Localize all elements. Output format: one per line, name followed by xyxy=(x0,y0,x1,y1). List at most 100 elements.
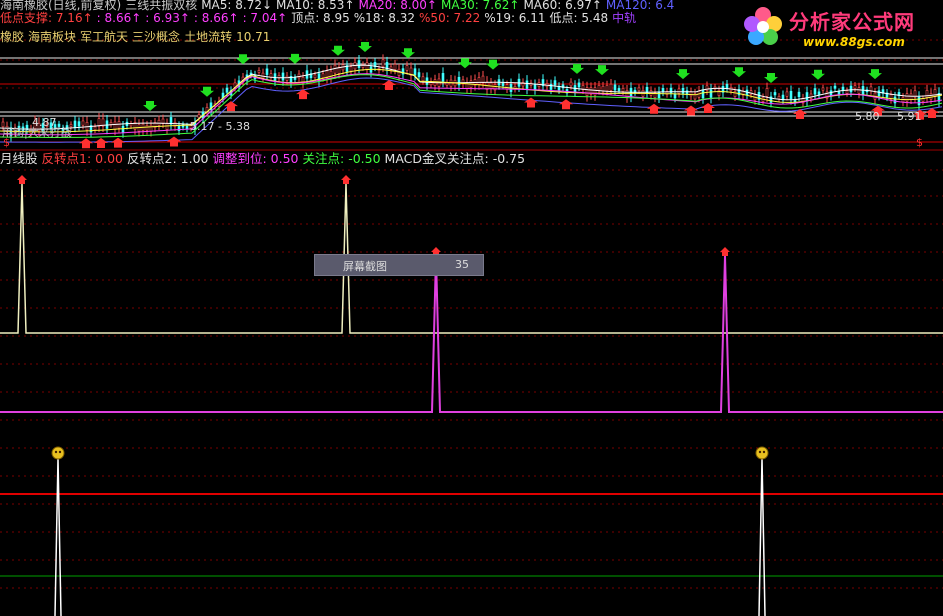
header-segment: 三沙概念 xyxy=(132,30,181,44)
buy-arrow-icon xyxy=(143,101,157,111)
sell-arrow-icon xyxy=(111,137,125,148)
screenshot-tooltip: 屏幕截图 35 xyxy=(314,254,484,276)
candle-body xyxy=(733,91,737,97)
candle-body xyxy=(637,87,641,91)
candle-body xyxy=(553,80,557,86)
buy-arrow-icon xyxy=(486,59,500,70)
header-segment: 海南板块 xyxy=(28,30,77,44)
candle-body xyxy=(77,121,81,127)
header-segment: 土地流转 xyxy=(184,30,233,44)
candle-body xyxy=(185,125,189,130)
sell-arrow-icon xyxy=(224,101,238,112)
header-segment: %50: 7.22 xyxy=(419,11,481,25)
candle-body xyxy=(829,90,833,97)
indicator-panel-1[interactable] xyxy=(0,175,943,413)
header-segment: %19: 6.11 xyxy=(484,11,546,25)
candle-body xyxy=(893,96,897,104)
candle-body xyxy=(93,126,97,131)
candle-body xyxy=(809,93,813,99)
candle-body xyxy=(129,123,133,127)
candle-body xyxy=(833,85,837,89)
candle-body xyxy=(329,70,333,79)
buy-arrow-icon xyxy=(732,67,746,78)
flower-logo-icon xyxy=(744,7,782,45)
candle-body xyxy=(365,62,369,70)
candle-body xyxy=(877,90,881,97)
candle-body xyxy=(505,84,509,90)
candle-body xyxy=(773,92,777,96)
sell-arrow-icon xyxy=(524,97,538,108)
header-segment: 关注点: -0.50 xyxy=(302,151,381,166)
buy-arrow-icon xyxy=(811,69,825,80)
candle-body xyxy=(225,87,229,93)
coin-marker-icon xyxy=(51,446,65,460)
header-segment: 顶点: 8.95 xyxy=(291,11,350,25)
candle-body xyxy=(709,89,713,98)
candle-body xyxy=(725,83,729,89)
chart-canvas[interactable]: $ $ xyxy=(0,0,943,616)
support-header-line: 低点支撑: 7.16↑: 8.66↑: 6.93↑: 8.66↑: 7.04↑ 顶… xyxy=(0,11,640,25)
header-segment: 中轨 xyxy=(612,11,637,25)
coin-eye xyxy=(58,450,62,454)
candle-body xyxy=(257,70,261,73)
sell-arrow-icon xyxy=(79,138,93,149)
header-segment: MACD金叉关注点: -0.75 xyxy=(384,151,526,166)
candle-body xyxy=(261,72,265,79)
candle-body xyxy=(605,85,609,92)
candle-body xyxy=(121,125,125,133)
candle-body xyxy=(649,90,653,96)
candle-body xyxy=(73,120,77,128)
candle-body xyxy=(313,74,317,79)
chart-stage[interactable]: $ $ 海南橡胶(日线,前复权) 三线共振双核 MA5: 8.72↓ MA10: 8.5… xyxy=(0,0,943,616)
candle-body xyxy=(869,86,873,92)
candle-body xyxy=(601,85,605,92)
coin-marker-icon xyxy=(755,446,769,460)
coin-eye xyxy=(762,450,766,454)
header-segment: 反转点1: 0.00 xyxy=(41,151,123,166)
candle-body xyxy=(657,91,661,99)
header-segment: 低点: 5.48 xyxy=(549,11,609,25)
header-segment: 调整到位: 0.50 xyxy=(212,151,299,166)
candle-body xyxy=(681,87,685,94)
candle-body xyxy=(805,92,809,101)
price-label-right-2: 5.91 xyxy=(897,110,922,123)
header-segment: : 8.66↑ xyxy=(193,11,239,25)
buy-arrow-icon xyxy=(868,69,882,80)
header-segment: 10.71 xyxy=(236,30,271,44)
candle-body xyxy=(549,83,553,90)
buy-arrow-icon xyxy=(570,63,584,74)
buy-arrow-icon xyxy=(401,48,415,59)
sell-arrow-icon xyxy=(94,137,108,148)
price-label-left-text: 用钩|大来打战 xyxy=(2,126,72,139)
header-segment: %18: 8.32 xyxy=(353,11,416,25)
header-segment: : 6.93↑ xyxy=(145,11,190,25)
buy-arrow-icon xyxy=(676,69,690,80)
candle-body xyxy=(113,121,117,130)
site-logo: 分析家公式网 www.88gs.com xyxy=(737,2,937,56)
candle-body xyxy=(613,84,617,91)
price-panel[interactable]: $ $ xyxy=(0,42,943,149)
header-segment: 橡胶 xyxy=(0,30,25,44)
candle-body xyxy=(621,88,625,92)
candle-body xyxy=(393,64,397,70)
header-segment: 月线股 xyxy=(0,151,38,166)
signal-up-arrow-icon xyxy=(17,175,27,184)
candle-body xyxy=(477,77,481,85)
candle-body xyxy=(597,85,601,91)
candle-body xyxy=(925,90,929,98)
candle-body xyxy=(789,90,793,100)
candle-body xyxy=(405,65,409,71)
candle-body xyxy=(609,83,613,91)
candle-body xyxy=(117,121,121,129)
candle-body xyxy=(813,88,817,95)
candle-body xyxy=(441,73,445,82)
candle-body xyxy=(853,85,857,89)
candle-body xyxy=(677,88,681,94)
signal-line-magenta xyxy=(0,255,943,413)
sell-arrow-icon xyxy=(167,136,181,147)
indicator-panel-2[interactable] xyxy=(0,446,943,616)
candle-body xyxy=(281,72,285,81)
candle-body xyxy=(821,87,825,91)
candle-body xyxy=(765,88,769,97)
concept-header-line: 橡胶 海南板块 军工航天 三沙概念 土地流转 10.71 xyxy=(0,30,274,44)
